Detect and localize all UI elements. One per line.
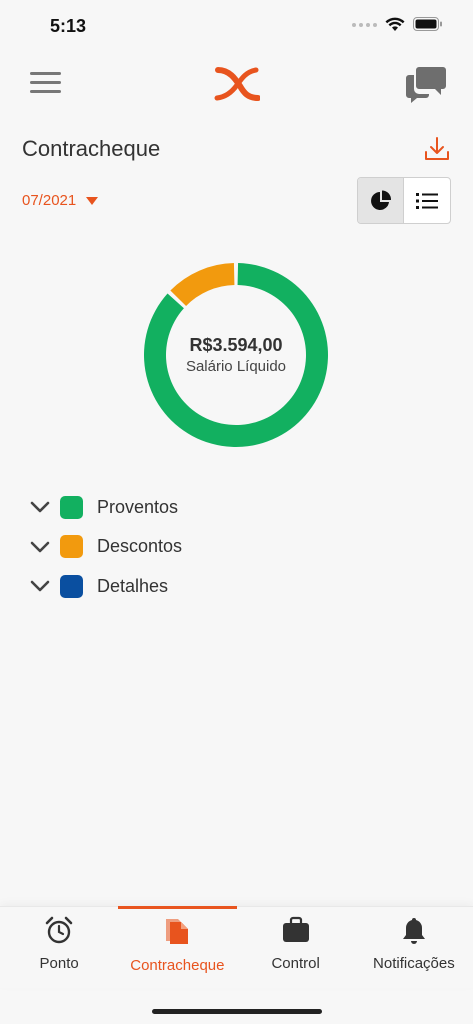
period-value: 07/2021 [22,192,77,209]
chat-bubbles-icon[interactable] [405,64,447,104]
nav-item-ponto[interactable]: Ponto [0,907,118,988]
legend-item-detalhes[interactable]: Detalhes [30,573,182,599]
chevron-down-icon [30,580,50,592]
legend-swatch [60,574,83,598]
battery-icon [413,17,442,31]
donut-segment-descontos [170,263,235,306]
chevron-down-icon [30,541,50,552]
alarm-clock-icon [45,916,73,944]
nav-item-control[interactable]: Control [237,907,355,988]
hamburger-menu-icon[interactable] [30,72,62,96]
pie-chart-icon [370,189,391,210]
page-title: Contracheque [22,136,161,161]
legend-label: Descontos [97,536,183,556]
net-salary-label: Salário Líquido [185,358,287,375]
legend-item-descontos[interactable]: Descontos [30,534,182,560]
pie-view-button[interactable] [358,178,405,223]
legend-swatch [60,535,83,558]
list-icon [416,192,438,209]
wifi-icon [385,17,405,31]
signal-icon [352,22,377,27]
status-bar: 5:13 [0,0,473,52]
chart-legend: Proventos Descontos Detalhes [30,494,182,613]
nav-label: Contracheque [130,957,225,974]
bell-icon [402,918,425,944]
bottom-nav: Ponto Contracheque Control Notificações [0,906,473,988]
nav-label: Control [271,955,320,972]
net-salary-value: R$3.594,00 [189,335,283,355]
nav-item-contracheque[interactable]: Contracheque [118,906,237,988]
donut-center: R$3.594,00 Salário Líquido [136,335,336,375]
briefcase-icon [282,916,309,942]
top-bar [0,58,473,110]
download-icon[interactable] [423,135,451,163]
status-time: 5:13 [50,16,87,36]
caret-down-icon [86,196,99,205]
view-toggle [357,177,451,224]
nav-item-notificacoes[interactable]: Notificações [355,907,473,988]
document-icon [166,919,189,944]
legend-label: Proventos [97,496,179,517]
status-icons [352,17,443,32]
legend-item-proventos[interactable]: Proventos [30,494,182,520]
legend-label: Detalhes [97,575,169,596]
nav-label: Notificações [373,955,455,972]
list-view-button[interactable] [404,178,450,223]
chevron-down-icon [30,501,50,513]
home-indicator [152,1009,322,1014]
period-dropdown[interactable]: 07/2021 [22,192,99,209]
legend-swatch [60,495,83,519]
brand-logo [214,67,260,101]
nav-label: Ponto [39,955,79,972]
